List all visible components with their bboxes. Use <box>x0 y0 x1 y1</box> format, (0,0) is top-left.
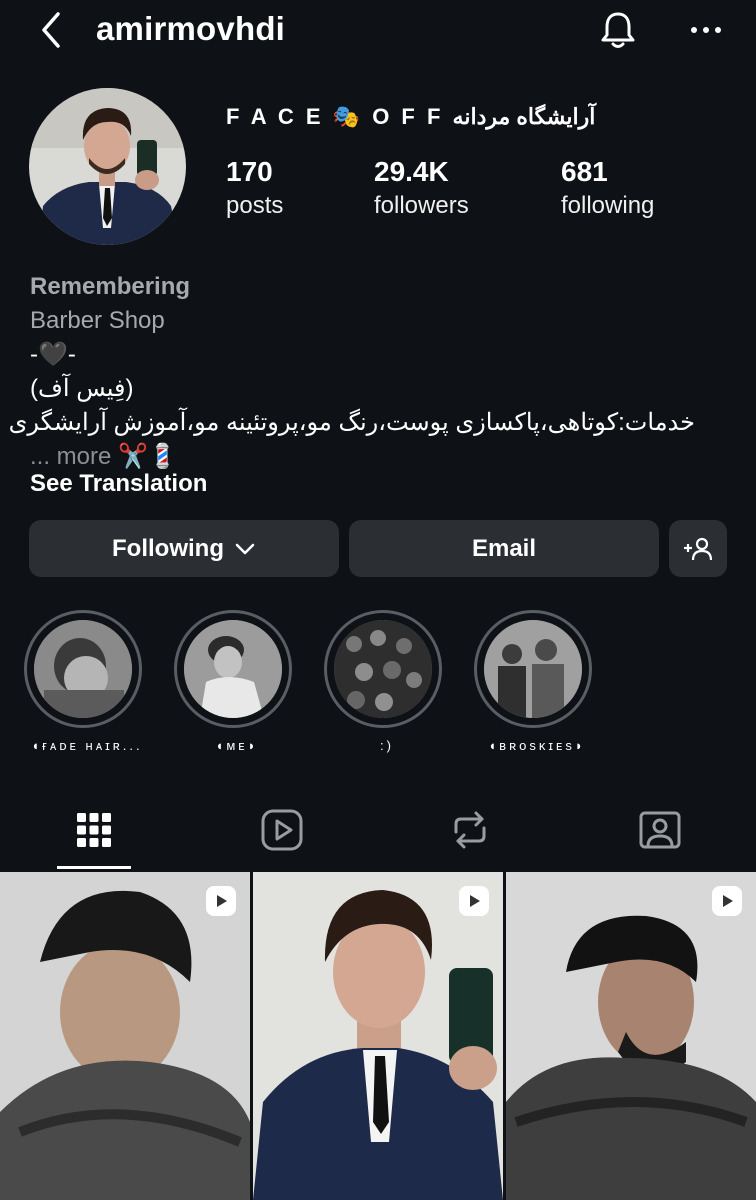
repost-icon <box>454 811 486 849</box>
followers-count: 29.4K <box>374 156 449 187</box>
profile-tabs <box>0 790 756 870</box>
highlight-ring <box>174 610 292 728</box>
reel-badge <box>712 886 742 916</box>
following-stat[interactable]: 681 following <box>561 156 654 220</box>
following-button-label: Following <box>112 534 224 562</box>
profile-username: amirmovhdi <box>96 10 286 47</box>
reel-badge <box>459 886 489 916</box>
highlight-ring <box>24 610 142 728</box>
highlight-ring <box>474 610 592 728</box>
post-thumbnail[interactable] <box>506 872 756 1200</box>
highlight-cover <box>484 620 582 718</box>
bio-emoji: ✂️💈 <box>118 443 178 470</box>
email-button[interactable]: Email <box>349 520 659 577</box>
highlight-cover <box>184 620 282 718</box>
highlight-smile[interactable]: :) <box>324 610 444 753</box>
bio-heart-line: -🖤- <box>30 341 76 368</box>
grid-icon <box>77 813 111 847</box>
following-button[interactable]: Following <box>29 520 339 577</box>
avatar-photo <box>29 88 186 245</box>
followers-stat[interactable]: 29.4K followers <box>374 156 469 220</box>
bio-more-link[interactable]: ... more <box>30 443 111 470</box>
bio-services: خدمات:کوتاهی،پاکسازی پوست،رنگ مو،پروتئین… <box>8 409 695 436</box>
bio-subtitle: Barber Shop <box>30 307 165 334</box>
highlight-label: ◖ʙʀᴏsᴋɪᴇs◗ <box>488 738 586 753</box>
highlight-label: ◖ᴍᴇ◗ <box>215 738 259 753</box>
play-icon <box>470 895 480 907</box>
highlight-cover <box>34 620 132 718</box>
see-translation-link[interactable]: See Translation <box>30 470 207 498</box>
tab-reels[interactable] <box>244 790 320 870</box>
post-thumbnail[interactable] <box>0 872 250 1200</box>
highlight-label: ◖ғᴀᴅᴇ ʜᴀɪʀ... <box>31 738 143 753</box>
highlight-fade-hair[interactable]: ◖ғᴀᴅᴇ ʜᴀɪʀ... <box>24 610 144 753</box>
posts-grid <box>0 872 756 1200</box>
profile-avatar[interactable] <box>29 88 186 245</box>
post-image <box>253 872 503 1200</box>
post-image <box>0 872 250 1200</box>
bio-category: Remembering <box>30 273 191 300</box>
profile-display-name: F A C E 🎭 O F F آرایشگاه مردانه <box>226 104 596 129</box>
highlight-label: :) <box>380 738 394 753</box>
add-user-icon <box>684 537 713 560</box>
play-icon <box>217 895 227 907</box>
tagged-icon <box>639 811 681 849</box>
reels-icon <box>261 809 303 851</box>
more-options-button[interactable] <box>686 12 726 48</box>
more-horizontal-icon <box>691 27 721 33</box>
post-thumbnail[interactable] <box>253 872 503 1200</box>
highlight-me[interactable]: ◖ᴍᴇ◗ <box>174 610 294 753</box>
post-image <box>506 872 756 1200</box>
highlight-cover <box>334 620 432 718</box>
tab-posts-grid[interactable] <box>56 790 132 870</box>
active-tab-indicator <box>57 866 131 869</box>
email-button-label: Email <box>471 534 537 562</box>
bio-nickname: (فِیس آف) <box>30 375 134 402</box>
posts-label: posts <box>226 192 284 219</box>
chevron-left-icon <box>42 12 60 48</box>
suggested-users-button[interactable] <box>669 520 727 577</box>
posts-stat[interactable]: 170 posts <box>226 156 283 220</box>
tab-reposts[interactable] <box>432 790 508 870</box>
top-bar: amirmovhdi <box>0 0 756 70</box>
highlight-broskies[interactable]: ◖ʙʀᴏsᴋɪᴇs◗ <box>474 610 594 753</box>
chevron-down-icon <box>235 543 255 554</box>
notifications-button[interactable] <box>596 8 640 52</box>
tab-tagged[interactable] <box>622 790 698 870</box>
reel-badge <box>206 886 236 916</box>
bio-more-line: ... more ✂️💈 <box>30 440 730 474</box>
back-button[interactable] <box>36 10 68 50</box>
following-label: following <box>561 192 655 219</box>
bell-icon <box>601 12 635 48</box>
highlight-ring <box>324 610 442 728</box>
posts-count: 170 <box>226 156 273 187</box>
play-icon <box>723 895 733 907</box>
followers-label: followers <box>374 192 469 219</box>
profile-bio: Remembering Barber Shop -🖤- (فِیس آف) خد… <box>8 270 730 474</box>
following-count: 681 <box>561 156 608 187</box>
